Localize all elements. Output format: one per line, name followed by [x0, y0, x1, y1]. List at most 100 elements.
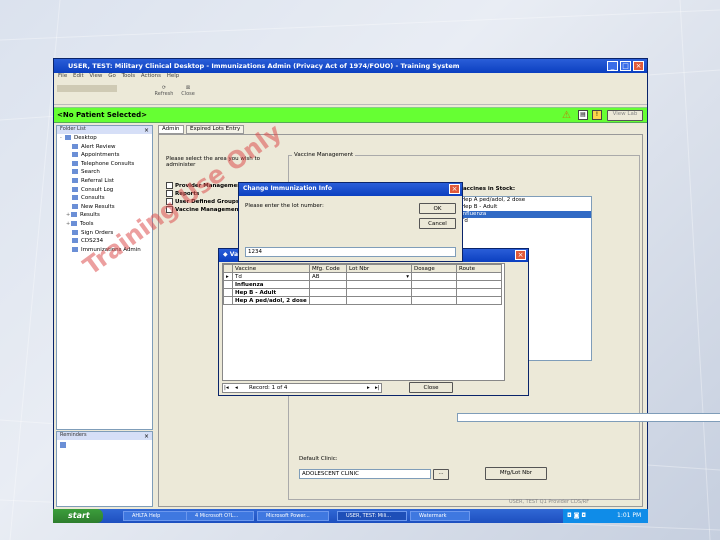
menu-bar: File Edit View Go Tools Actions Help — [54, 73, 647, 83]
results-icon — [72, 203, 78, 209]
menu-edit[interactable]: Edit — [73, 73, 84, 79]
task-ahlta-help[interactable]: AHLTA Help — [123, 511, 191, 521]
tab-expired-lots-entry[interactable]: Expired Lots Entry — [186, 125, 245, 134]
close-dialog-button[interactable]: × — [449, 184, 460, 194]
mfg-lot-nbr-button[interactable]: Mfg/Lot Nbr — [485, 467, 547, 480]
close-reminders-icon[interactable]: × — [144, 433, 149, 440]
maximize-button[interactable]: □ — [620, 61, 631, 71]
table-row[interactable]: Hep B - Adult — [223, 288, 502, 297]
table-row[interactable]: ▸ Td AB ▾ — [223, 272, 502, 281]
tree-item-new-results[interactable]: New Results — [60, 203, 152, 213]
task-user-test-mil[interactable]: USER, TEST: Mili... — [337, 511, 407, 521]
stock-item[interactable]: Td — [458, 218, 591, 225]
tree-item-consult-log[interactable]: Consult Log — [60, 186, 152, 196]
reminder-icon — [60, 442, 66, 448]
lot-grid-area: Vaccine Mfg. Code Lot Nbr Dosage Route ▸… — [222, 263, 505, 381]
task-microsoft-powerpoint[interactable]: Microsoft Power... — [257, 511, 329, 521]
menu-help[interactable]: Help — [167, 73, 180, 79]
stock-item-selected[interactable]: Influenza — [458, 211, 591, 218]
first-record-icon[interactable]: |◂ — [224, 385, 229, 391]
folder-icon — [71, 220, 77, 226]
stock-item[interactable]: Hep A ped/adol, 2 dose — [458, 197, 591, 204]
checkbox[interactable] — [166, 182, 173, 189]
last-record-icon[interactable]: ▸| — [375, 385, 380, 391]
in-stock-label: Vaccines in Stock: — [459, 186, 516, 192]
col-lot-nbr[interactable]: Lot Nbr — [346, 264, 412, 273]
tree-item-consults[interactable]: Consults — [60, 195, 152, 204]
title-bar: USER, TEST: Military Clinical Desktop - … — [54, 59, 647, 73]
reminders-header: Reminders — [57, 432, 152, 440]
stock-item[interactable]: Hep B - Adult — [458, 204, 591, 211]
tree-item-referral-list[interactable]: Referral List — [60, 177, 152, 187]
lot-entry-dialog: ◆ Va × Vaccine Mfg. Code Lot Nbr Dosage … — [218, 248, 529, 396]
cancel-button[interactable]: Cancel — [419, 218, 456, 229]
table-header: Vaccine Mfg. Code Lot Nbr Dosage Route — [223, 264, 502, 273]
tree-item-search[interactable]: Search — [60, 169, 152, 178]
list-icon — [72, 177, 78, 183]
log-icon — [72, 186, 78, 192]
system-tray: ◘ ◙ ◘ 1:01 PM — [563, 509, 648, 523]
chevron-down-icon: ▾ — [406, 273, 409, 280]
table-row[interactable]: Hep A ped/adol, 2 dose — [223, 296, 502, 305]
tab-admin[interactable]: Admin — [158, 125, 184, 134]
task-microsoft-outlook[interactable]: 4 Microsoft O?L... — [186, 511, 254, 521]
patient-banner-text: <No Patient Selected> — [57, 111, 147, 119]
record-text: Record: 1 of 4 — [249, 385, 288, 391]
tree-item-telephone-consults[interactable]: Telephone Consults — [60, 160, 152, 170]
menu-actions[interactable]: Actions — [141, 73, 161, 79]
status-bar-text: USER, TEST Q1 Provider CDS/RF — [509, 499, 590, 505]
default-clinic-label: Default Clinic: — [299, 456, 338, 462]
lot-nbr-dropdown[interactable]: ▾ — [346, 272, 412, 281]
close-dialog-button[interactable]: × — [515, 250, 526, 260]
search-icon — [72, 169, 78, 175]
table-row[interactable]: Influenza — [223, 280, 502, 289]
default-clinic-field[interactable]: ADOLESCENT CLINIC — [299, 469, 431, 479]
consult-icon — [72, 195, 78, 201]
folder-icon — [65, 135, 71, 140]
vaccine-management-title: Vaccine Management — [292, 152, 356, 158]
refresh-button[interactable]: ⟳ Refresh — [154, 85, 174, 97]
info-icon[interactable]: ! — [592, 110, 602, 120]
window-title: USER, TEST: Military Clinical Desktop - … — [68, 62, 460, 70]
dropdown-select[interactable]: ▾ — [457, 413, 720, 422]
lot-number-input[interactable]: 1234 — [245, 247, 456, 257]
ok-button[interactable]: OK — [419, 203, 456, 214]
lot-number-prompt: Please enter the lot number: — [245, 203, 324, 209]
syringe-icon: ◆ — [223, 251, 230, 258]
menu-file[interactable]: File — [58, 73, 67, 79]
next-record-icon[interactable]: ▸ — [367, 385, 370, 391]
notes-icon[interactable]: ▤ — [578, 110, 588, 120]
col-route[interactable]: Route — [456, 264, 502, 273]
col-mfg-code[interactable]: Mfg. Code — [309, 264, 347, 273]
task-watermark[interactable]: Watermark — [410, 511, 470, 521]
toolbar: ⟳ Refresh ⊠ Close — [54, 83, 647, 105]
change-immunization-dialog: Change Immunization Info × Please enter … — [238, 182, 463, 262]
warning-icon[interactable]: ⚠ — [562, 110, 574, 121]
document-icon — [72, 238, 78, 244]
start-button[interactable]: start — [53, 509, 103, 523]
close-toolbar-button[interactable]: ⊠ Close — [178, 85, 198, 97]
menu-go[interactable]: Go — [108, 73, 116, 79]
tree-item-appointments[interactable]: Appointments — [60, 152, 152, 161]
folder-list-header: Folder List — [57, 126, 152, 134]
close-button[interactable]: Close — [409, 382, 453, 393]
tree-item-alert-review[interactable]: Alert Review — [60, 143, 152, 153]
minimize-button[interactable]: _ — [607, 61, 618, 71]
prev-record-icon[interactable]: ◂ — [235, 385, 238, 391]
menu-view[interactable]: View — [89, 73, 102, 79]
calendar-icon — [72, 152, 78, 158]
col-vaccine[interactable]: Vaccine — [232, 264, 310, 273]
close-window-button[interactable]: × — [633, 61, 644, 71]
tree-item-desktop[interactable]: - Desktop — [60, 135, 152, 144]
browse-clinic-button[interactable]: ... — [433, 469, 449, 480]
col-dosage[interactable]: Dosage — [411, 264, 457, 273]
clock: 1:01 PM — [617, 512, 642, 519]
sign-icon — [72, 229, 78, 235]
view-lab-button[interactable]: View Lab — [607, 110, 643, 121]
menu-tools[interactable]: Tools — [122, 73, 136, 79]
toolbar-icon-strip — [57, 85, 117, 92]
close-panel-icon[interactable]: × — [144, 127, 149, 134]
reminders-panel: Reminders × — [56, 431, 153, 507]
folder-icon — [71, 212, 77, 218]
patient-banner: <No Patient Selected> ⚠ ▤ ! View Lab — [54, 107, 647, 123]
